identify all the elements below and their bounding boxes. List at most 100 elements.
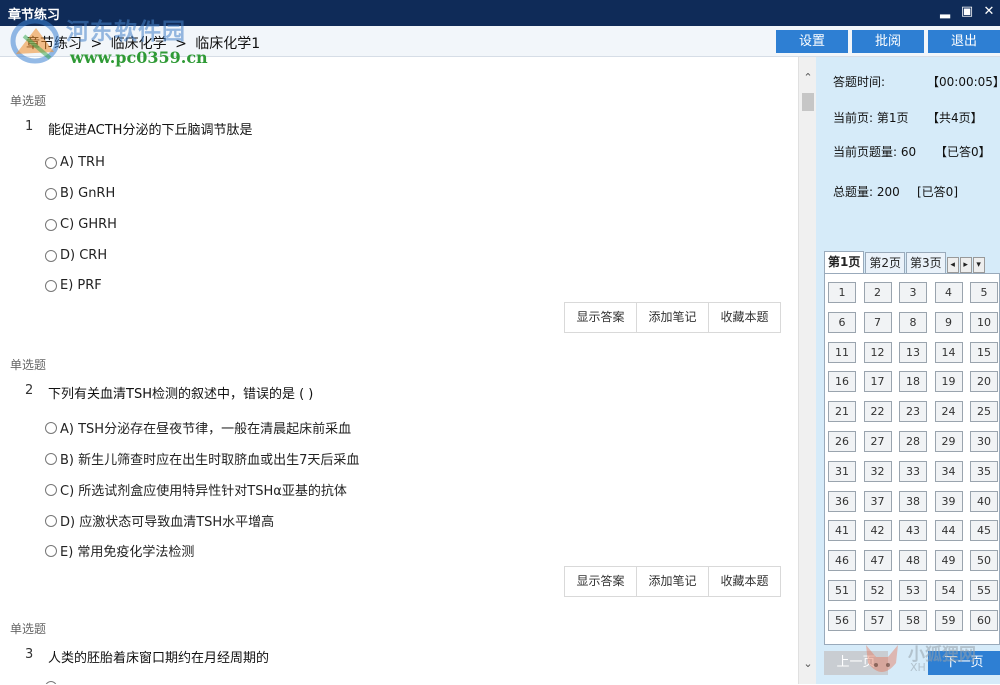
question-number-cell[interactable]: 26: [828, 431, 856, 452]
vertical-scrollbar[interactable]: ⌃ ⌄: [798, 57, 816, 684]
breadcrumb-item[interactable]: 临床化学: [111, 36, 167, 52]
question-number-cell[interactable]: 14: [934, 341, 963, 363]
question-number-cell[interactable]: 46: [828, 550, 856, 572]
question-number-cell[interactable]: 47: [863, 550, 892, 572]
scroll-up-icon[interactable]: ⌃: [799, 69, 817, 87]
question-number-cell[interactable]: 29: [934, 431, 963, 452]
option-a[interactable]: A) TRH: [45, 155, 105, 170]
question-number-cell[interactable]: 40: [970, 490, 998, 512]
question-number-cell[interactable]: 59: [934, 609, 963, 631]
question-number-cell[interactable]: 18: [899, 371, 927, 393]
question-number-cell[interactable]: 19: [934, 371, 963, 393]
question-number-cell[interactable]: 45: [970, 520, 998, 542]
radio-icon[interactable]: [45, 421, 57, 434]
question-number-cell[interactable]: 57: [863, 609, 892, 631]
show-answer-button[interactable]: 显示答案: [565, 567, 637, 596]
option-e[interactable]: E) PRF: [45, 278, 102, 293]
radio-icon[interactable]: [45, 187, 57, 200]
tab-scroll-left-icon[interactable]: ◂: [946, 257, 959, 273]
question-number-cell[interactable]: 56: [828, 609, 856, 631]
favorite-button[interactable]: 收藏本题: [709, 303, 780, 332]
question-number-cell[interactable]: 21: [828, 401, 856, 423]
option-c[interactable]: C) 所选试剂盒应使用特异性针对TSHα亚基的抗体: [45, 480, 347, 499]
question-number-cell[interactable]: 36: [828, 490, 856, 512]
question-number-cell[interactable]: 35: [970, 460, 998, 482]
tab-page-2[interactable]: 第2页: [865, 252, 905, 273]
radio-icon[interactable]: [45, 218, 57, 231]
settings-button[interactable]: 设置: [776, 30, 848, 53]
question-number-cell[interactable]: 3: [899, 282, 927, 303]
question-number-cell[interactable]: 20: [970, 371, 998, 393]
question-number-cell[interactable]: 9: [934, 311, 963, 333]
question-number-cell[interactable]: 51: [828, 580, 856, 601]
maximize-icon[interactable]: ▣: [956, 0, 978, 26]
question-number-cell[interactable]: 7: [863, 311, 892, 333]
tab-page-1[interactable]: 第1页: [824, 251, 865, 273]
question-number-cell[interactable]: 12: [863, 341, 892, 363]
question-number-cell[interactable]: 41: [828, 520, 856, 542]
radio-icon[interactable]: [45, 279, 57, 292]
question-number-cell[interactable]: 38: [899, 490, 927, 512]
question-number-cell[interactable]: 16: [828, 371, 856, 393]
question-number-cell[interactable]: 8: [899, 311, 927, 333]
question-number-cell[interactable]: 42: [863, 520, 892, 542]
tab-scroll-right-icon[interactable]: ▸: [959, 257, 972, 273]
question-number-cell[interactable]: 49: [934, 550, 963, 572]
question-number-cell[interactable]: 37: [863, 490, 892, 512]
option-d[interactable]: D) 应激状态可导致血清TSH水平增高: [45, 511, 274, 530]
option-b[interactable]: B) 新生儿筛查时应在出生时取脐血或出生7天后采血: [45, 449, 359, 468]
question-number-cell[interactable]: 24: [934, 401, 963, 423]
question-number-cell[interactable]: 53: [899, 580, 927, 601]
radio-icon[interactable]: [45, 514, 57, 527]
tab-dropdown-icon[interactable]: ▾: [972, 257, 985, 273]
radio-icon[interactable]: [45, 156, 57, 169]
question-number-cell[interactable]: 10: [970, 311, 998, 333]
question-number-cell[interactable]: 2: [863, 282, 892, 303]
question-number-cell[interactable]: 22: [863, 401, 892, 423]
tab-page-3[interactable]: 第3页: [906, 252, 946, 273]
question-number-cell[interactable]: 13: [899, 341, 927, 363]
question-number-cell[interactable]: 1: [828, 282, 856, 303]
option-a[interactable]: A) TSH分泌存在昼夜节律，一般在清晨起床前采血: [45, 418, 351, 437]
add-note-button[interactable]: 添加笔记: [637, 567, 709, 596]
question-number-cell[interactable]: 23: [899, 401, 927, 423]
question-number-cell[interactable]: 32: [863, 460, 892, 482]
question-number-cell[interactable]: 27: [863, 431, 892, 452]
radio-icon[interactable]: [45, 249, 57, 262]
question-number-cell[interactable]: 30: [970, 431, 998, 452]
scroll-down-icon[interactable]: ⌄: [799, 655, 817, 673]
question-number-cell[interactable]: 25: [970, 401, 998, 423]
minimize-icon[interactable]: ▂: [934, 0, 956, 26]
favorite-button[interactable]: 收藏本题: [709, 567, 780, 596]
question-number-cell[interactable]: 17: [863, 371, 892, 393]
question-number-cell[interactable]: 44: [934, 520, 963, 542]
next-page-button[interactable]: 下一页: [928, 651, 1000, 675]
exit-button[interactable]: 退出: [928, 30, 1000, 53]
question-number-cell[interactable]: 60: [970, 609, 998, 631]
question-number-cell[interactable]: 31: [828, 460, 856, 482]
option-c[interactable]: C) GHRH: [45, 217, 117, 232]
question-number-cell[interactable]: 39: [934, 490, 963, 512]
question-number-cell[interactable]: 50: [970, 550, 998, 572]
question-number-cell[interactable]: 11: [828, 341, 856, 363]
radio-icon[interactable]: [45, 452, 57, 465]
question-number-cell[interactable]: 33: [899, 460, 927, 482]
question-number-cell[interactable]: 43: [899, 520, 927, 542]
question-number-cell[interactable]: 58: [899, 609, 927, 631]
question-number-cell[interactable]: 48: [899, 550, 927, 572]
scroll-thumb[interactable]: [802, 93, 814, 111]
show-answer-button[interactable]: 显示答案: [565, 303, 637, 332]
question-number-cell[interactable]: 55: [970, 580, 998, 601]
review-button[interactable]: 批阅: [852, 30, 924, 53]
option-b[interactable]: B) GnRH: [45, 186, 115, 201]
radio-icon[interactable]: [45, 483, 57, 496]
question-number-cell[interactable]: 15: [970, 341, 998, 363]
question-number-cell[interactable]: 28: [899, 431, 927, 452]
prev-page-button[interactable]: 上一页: [824, 651, 888, 675]
question-number-cell[interactable]: 4: [934, 282, 963, 303]
option-d[interactable]: D) CRH: [45, 248, 107, 263]
question-number-cell[interactable]: 52: [863, 580, 892, 601]
add-note-button[interactable]: 添加笔记: [637, 303, 709, 332]
radio-icon[interactable]: [45, 544, 57, 557]
question-number-cell[interactable]: 54: [934, 580, 963, 601]
